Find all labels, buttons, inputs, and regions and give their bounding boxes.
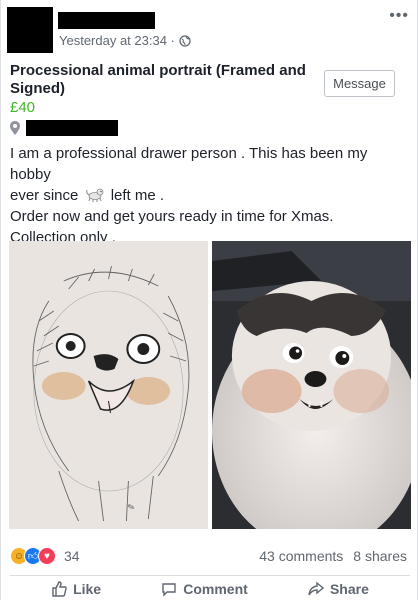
post-header: Yesterday at 23:34 · ••• (1, 0, 418, 58)
post-timestamp[interactable]: Yesterday at 23:34 · (59, 33, 191, 48)
share-label: Share (329, 581, 369, 597)
reactions-count[interactable]: 34 (64, 548, 80, 564)
dog-emoji-icon (85, 188, 103, 202)
comment-label: Comment (183, 581, 248, 597)
listing-title: Processional animal portrait (Framed and… (10, 62, 306, 97)
post-actions: Like Comment Share (1, 578, 418, 600)
engagement-counts: 43 comments 8 shares (259, 548, 407, 564)
reactions-bar: ☺ 👍︎ ♥ 34 43 comments 8 shares (1, 540, 418, 572)
description-line: ever since left me . (10, 185, 410, 206)
marketplace-post-card: Yesterday at 23:34 · ••• Processional an… (0, 0, 418, 600)
more-options-icon[interactable]: ••• (389, 8, 409, 24)
description-line: I am a professional drawer person . This… (10, 145, 368, 183)
location-redacted (26, 120, 118, 136)
real-dog-photo[interactable] (212, 241, 411, 529)
timestamp-text: Yesterday at 23:34 · (59, 33, 175, 48)
location-row (10, 120, 118, 136)
thumbs-up-icon (52, 581, 67, 597)
description-line: Order now and get yours ready in time fo… (10, 208, 334, 225)
dog-photo-image (212, 241, 411, 529)
comment-button[interactable]: Comment (161, 578, 248, 600)
shares-count[interactable]: 8 shares (353, 548, 407, 564)
avatar-redacted[interactable] (7, 7, 53, 53)
location-pin-icon (10, 121, 20, 135)
description-fragment: left me . (106, 187, 165, 204)
drawing-photo[interactable]: ✎ (9, 241, 208, 529)
comment-icon (162, 583, 176, 597)
author-name-redacted[interactable] (58, 12, 155, 29)
action-divider (10, 575, 410, 576)
like-button[interactable]: Like (51, 578, 101, 600)
like-label: Like (73, 581, 102, 597)
dog-drawing-image: ✎ (9, 241, 208, 529)
share-arrow-icon (308, 581, 324, 596)
share-button[interactable]: Share (308, 578, 369, 600)
photo-collage: ✎ (9, 241, 411, 529)
message-button[interactable]: Message (324, 70, 395, 97)
description-fragment: ever since (10, 187, 83, 204)
globe-icon (179, 34, 191, 47)
reaction-icons[interactable]: ☺ 👍︎ ♥ (10, 547, 56, 565)
listing-price: £40 (10, 99, 36, 116)
comments-count[interactable]: 43 comments (259, 548, 343, 564)
post-description: I am a professional drawer person . This… (10, 143, 410, 248)
love-reaction-icon: ♥ (38, 547, 56, 565)
